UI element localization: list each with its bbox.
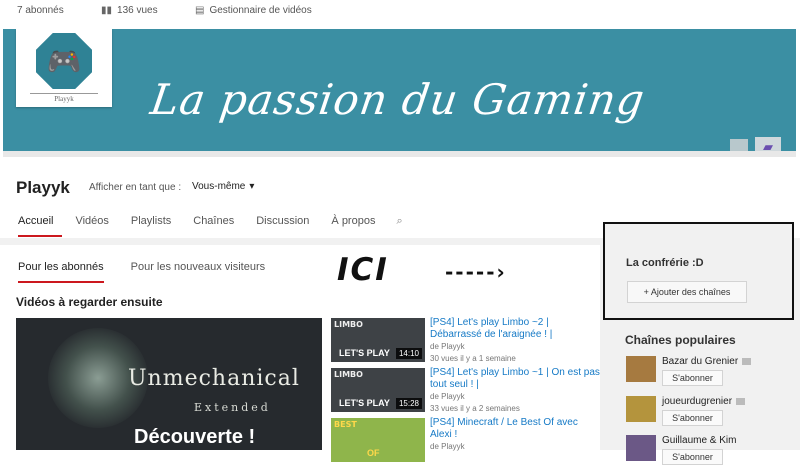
annotation-ici: ICI: [337, 252, 389, 288]
gamepad-icon: 🎮: [36, 33, 92, 89]
video-thumbnail[interactable]: LIMBO LET'S PLAY 14:10: [331, 318, 425, 362]
chevron-down-icon[interactable]: ▾: [249, 181, 254, 192]
tab-discussion[interactable]: Discussion: [245, 215, 320, 237]
view-as-dropdown[interactable]: Vous-même ▾: [192, 181, 254, 192]
channel-banner: 🎮 Playyk La passion du Gaming ▰: [3, 27, 796, 157]
tab-videos[interactable]: Vidéos: [64, 215, 119, 237]
avatar[interactable]: [626, 396, 656, 422]
video-thumbnail[interactable]: BEST OF: [331, 418, 425, 462]
subscribe-button[interactable]: S'abonner: [662, 370, 723, 386]
featured-video[interactable]: Unmechanical Extended Découverte !: [16, 318, 322, 450]
thumbnail-sublabel: LET'S PLAY: [339, 398, 390, 408]
video-thumbnail[interactable]: LIMBO LET'S PLAY 15:28: [331, 368, 425, 412]
tab-playlists[interactable]: Playlists: [120, 215, 182, 237]
section-title: Vidéos à regarder ensuite: [16, 295, 163, 309]
popular-channel-name-text[interactable]: Guillaume & Kim: [662, 435, 736, 446]
channel-stats-bar: 7 abonnés ▮▮ 136 vues ▤ Gestionnaire de …: [0, 0, 800, 26]
video-duration: 15:28: [395, 398, 422, 409]
video-meta: 30 vues il y a 1 semaine: [430, 354, 516, 363]
video-item[interactable]: LIMBO LET'S PLAY 14:10 [PS4] Let's play …: [331, 317, 596, 364]
popular-channel-name[interactable]: Bazar du Grenier: [662, 356, 752, 367]
channel-avatar[interactable]: 🎮 Playyk: [16, 29, 112, 107]
video-meta: 33 vues il y a 2 semaines: [430, 404, 520, 413]
featured-channels-box: La confrérie :D + Ajouter des chaînes: [603, 222, 794, 320]
video-item[interactable]: BEST OF [PS4] Minecraft / Le Best Of ave…: [331, 417, 596, 464]
subscriber-count-text: 7 abonnés: [17, 5, 64, 16]
featured-video-caption: Découverte !: [134, 426, 256, 448]
video-list: LIMBO LET'S PLAY 14:10 [PS4] Let's play …: [331, 317, 600, 468]
subscribe-button[interactable]: S'abonner: [662, 449, 723, 465]
video-item[interactable]: LIMBO LET'S PLAY 15:28 [PS4] Let's play …: [331, 367, 600, 414]
thumbnail-label: LIMBO: [334, 370, 363, 379]
bar-chart-icon: ▮▮: [101, 5, 113, 16]
video-title[interactable]: [PS4] Minecraft / Le Best Of avec Alexi …: [430, 417, 600, 441]
verified-icon: [742, 357, 752, 365]
view-count-text: 136 vues: [117, 5, 158, 16]
annotation-arrow-icon: -----›: [445, 260, 507, 284]
video-manager-text[interactable]: Gestionnaire de vidéos: [209, 5, 311, 16]
featured-video-title: Unmechanical: [128, 366, 300, 391]
video-author[interactable]: de Playyk: [430, 342, 465, 351]
featured-video-subtitle: Extended: [194, 401, 271, 414]
banner-link-icon[interactable]: [730, 139, 748, 155]
verified-icon: [736, 397, 746, 405]
twitch-icon[interactable]: ▰: [755, 137, 781, 157]
view-as-value[interactable]: Vous-même: [192, 181, 245, 192]
banner-title: La passion du Gaming: [147, 75, 648, 124]
popular-channel-name[interactable]: joueurdugrenier: [662, 396, 746, 407]
thumbnail-label: LIMBO: [334, 320, 363, 329]
subscriber-count: 7 abonnés: [17, 5, 64, 16]
video-duration: 14:10: [395, 348, 422, 359]
tab-about[interactable]: À propos: [320, 215, 386, 237]
subtab-new-visitors[interactable]: Pour les nouveaux visiteurs: [131, 261, 266, 283]
avatar[interactable]: [626, 356, 656, 382]
popular-channel-name-text[interactable]: Bazar du Grenier: [662, 356, 738, 367]
view-count: ▮▮ 136 vues: [101, 5, 158, 16]
video-author[interactable]: de Playyk: [430, 392, 465, 401]
video-title[interactable]: [PS4] Let's play Limbo ~2 | Débarrassé d…: [430, 317, 600, 341]
popular-channel-item: Bazar du Grenier S'abonner: [626, 356, 796, 392]
popular-channels-title: Chaînes populaires: [625, 333, 736, 347]
popular-channel-item: Guillaume & Kim S'abonner: [626, 435, 796, 471]
subtab-subscribers[interactable]: Pour les abonnés: [18, 261, 104, 283]
channel-tabs: Accueil Vidéos Playlists Chaînes Discuss…: [16, 215, 413, 237]
thumbnail-sublabel: LET'S PLAY: [339, 348, 390, 358]
avatar[interactable]: [626, 435, 656, 461]
subscribe-button[interactable]: S'abonner: [662, 410, 723, 426]
search-icon[interactable]: ⌕: [386, 215, 412, 237]
thumbnail-label: BEST: [334, 420, 357, 429]
audience-tabs: Pour les abonnés Pour les nouveaux visit…: [18, 261, 265, 283]
view-as-label: Afficher en tant que :: [89, 182, 182, 193]
channel-name: Playyk: [16, 178, 70, 197]
popular-channel-name-text[interactable]: joueurdugrenier: [662, 396, 732, 407]
video-manager-link[interactable]: ▤ Gestionnaire de vidéos: [195, 5, 312, 16]
video-manager-icon: ▤: [195, 5, 205, 16]
add-channels-button[interactable]: + Ajouter des chaînes: [627, 281, 747, 303]
popular-channel-item: joueurdugrenier S'abonner: [626, 396, 796, 432]
featured-channels-title: La confrérie :D: [626, 257, 704, 269]
video-title[interactable]: [PS4] Let's play Limbo ~1 | On est pas t…: [430, 367, 600, 391]
tab-home[interactable]: Accueil: [16, 215, 64, 237]
popular-channel-name[interactable]: Guillaume & Kim: [662, 435, 736, 446]
tab-channels[interactable]: Chaînes: [182, 215, 245, 237]
avatar-label: Playyk: [30, 93, 98, 103]
